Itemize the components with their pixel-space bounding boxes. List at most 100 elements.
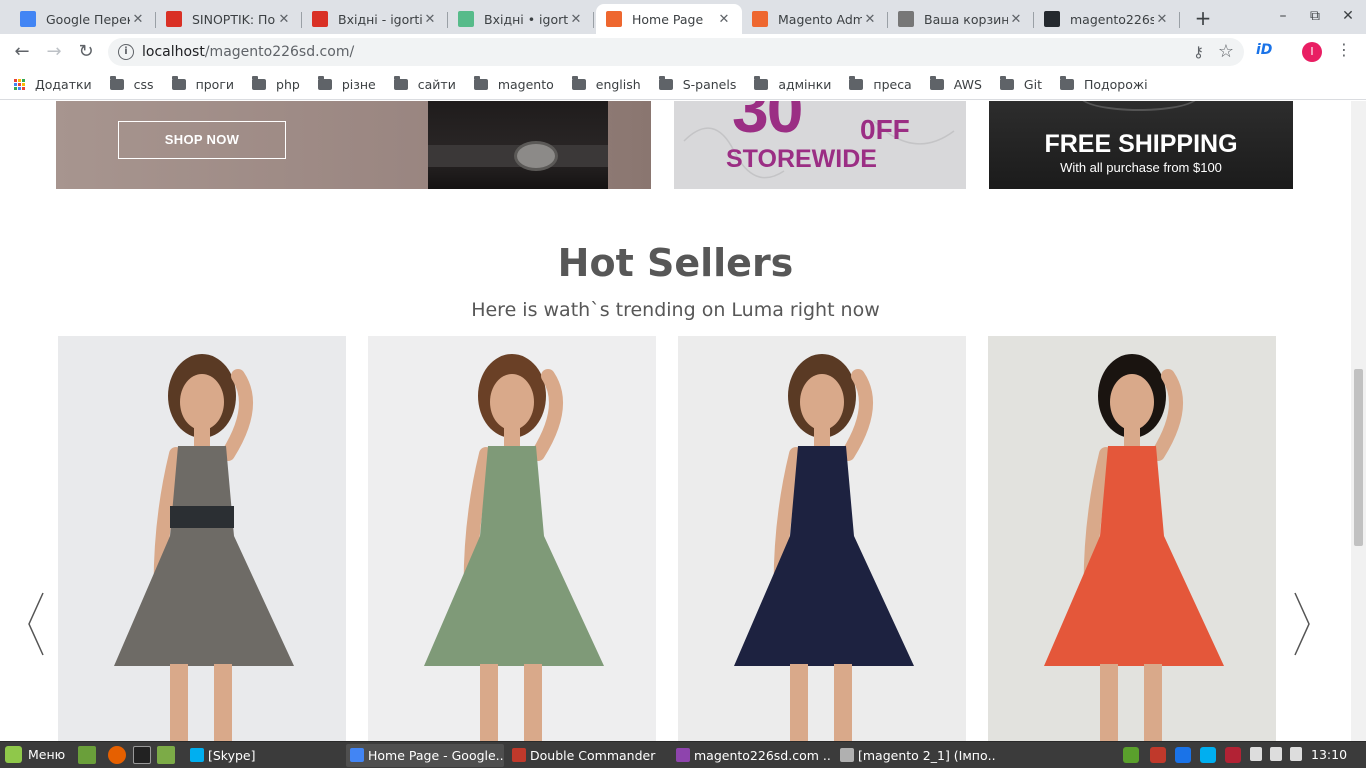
promo-banner-shipping[interactable]: FREE SHIPPING With all purchase from $10… xyxy=(989,101,1293,189)
reload-icon[interactable]: ↻ xyxy=(75,41,97,63)
tab-title: Google Перекл xyxy=(46,11,130,27)
sale-percent-text: 30 xyxy=(732,101,803,146)
close-window-button[interactable]: ✕ xyxy=(1338,8,1358,24)
new-tab-button[interactable]: + xyxy=(1192,6,1214,30)
bookmark-folder[interactable]: Подорожі xyxy=(1059,76,1148,92)
gmail-icon xyxy=(312,11,328,27)
tab-close-icon[interactable]: ✕ xyxy=(130,12,146,27)
browser-toolbar: ← → ↻ i localhost/magento226sd.com/ ⚷ ☆ xyxy=(0,34,1366,70)
bookmark-folder[interactable]: english xyxy=(571,76,641,92)
hot-sellers-title: Hot Sellers xyxy=(557,241,794,285)
folder-icon xyxy=(171,76,186,90)
folder-icon xyxy=(929,76,944,90)
tab-close-icon[interactable]: ✕ xyxy=(1008,12,1024,27)
product-image-red-dress[interactable] xyxy=(988,336,1276,741)
google-translate-icon xyxy=(20,11,36,27)
taskbar-task[interactable]: [magento 2_1] (Імпо... xyxy=(836,744,996,767)
browser-tab[interactable]: magento226sd✕ xyxy=(1034,4,1180,34)
folder-icon xyxy=(393,76,408,90)
mint-menu-icon[interactable] xyxy=(5,746,22,763)
tab-title: Magento Admi xyxy=(778,11,862,27)
browser-menu-icon[interactable]: ⋮ xyxy=(1336,40,1352,59)
browser-tab[interactable]: Google Перекл✕ xyxy=(10,4,156,34)
bluetooth-icon[interactable] xyxy=(1175,747,1191,763)
browser-tab[interactable]: Вхідні • igortis✕ xyxy=(448,4,594,34)
browser-tab[interactable]: Вхідні - igortis ✕ xyxy=(302,4,448,34)
scrollbar-thumb[interactable] xyxy=(1354,369,1363,546)
shield-icon[interactable] xyxy=(1123,747,1139,763)
magento-icon xyxy=(606,11,622,27)
product-image-grey-dress[interactable] xyxy=(58,336,346,741)
firefox-icon[interactable] xyxy=(108,746,126,764)
back-arrow-icon[interactable]: ← xyxy=(11,41,33,63)
minimize-window-button[interactable]: – xyxy=(1273,8,1293,24)
product-image-floral-dress[interactable] xyxy=(368,336,656,741)
sale-storewide-text: STOREWIDE xyxy=(726,145,877,173)
bookmark-folder[interactable]: AWS xyxy=(929,76,982,92)
carousel-prev-arrow-icon[interactable] xyxy=(26,591,46,657)
maximize-window-button[interactable]: ⧉ xyxy=(1305,8,1325,24)
show-desktop-icon[interactable] xyxy=(78,746,96,764)
profile-avatar[interactable]: I xyxy=(1302,42,1322,62)
bookmark-star-icon[interactable]: ☆ xyxy=(1218,41,1234,62)
url-text[interactable]: localhost/magento226sd.com/ xyxy=(142,44,354,60)
magento-icon xyxy=(752,11,768,27)
browser-tab[interactable]: Magento Admi ✕ xyxy=(742,4,888,34)
taskbar-task[interactable]: magento226sd.com ... xyxy=(672,744,832,767)
site-info-icon[interactable]: i xyxy=(118,44,134,60)
tab-close-icon[interactable]: ✕ xyxy=(422,12,438,27)
tab-close-icon[interactable]: ✕ xyxy=(1154,12,1170,27)
taskbar-task[interactable]: [Skype] xyxy=(186,744,336,767)
page-scrollbar[interactable] xyxy=(1351,101,1366,741)
start-menu-label[interactable]: Меню xyxy=(28,747,65,762)
bookmark-folder[interactable]: php xyxy=(252,76,300,92)
skype-tray-icon[interactable] xyxy=(1200,747,1216,763)
terminal-icon[interactable] xyxy=(133,746,151,764)
bookmark-folder[interactable]: преса xyxy=(849,76,912,92)
cart-logo-icon xyxy=(898,11,914,27)
task-label: [magento 2_1] (Імпо... xyxy=(858,748,996,763)
hot-sellers-subtitle: Here is wath`s trending on Luma right no… xyxy=(471,299,880,321)
forward-arrow-icon[interactable]: → xyxy=(43,41,65,63)
bookmark-folder[interactable]: Git xyxy=(999,76,1042,92)
task-label: Double Commander xyxy=(530,748,656,763)
browser-tab[interactable]: Ваша корзина ✕ xyxy=(888,4,1034,34)
tab-close-icon[interactable]: ✕ xyxy=(276,12,292,27)
clock[interactable]: 13:10 xyxy=(1311,747,1347,762)
mail-envelope-icon xyxy=(458,11,474,27)
address-bar[interactable]: i localhost/magento226sd.com/ ⚷ ☆ xyxy=(108,38,1244,66)
browser-tab[interactable]: SINOPTIK: Пог ✕ xyxy=(156,4,302,34)
folder-icon xyxy=(473,76,488,90)
package-icon[interactable] xyxy=(1150,747,1166,763)
key-icon[interactable]: ⚷ xyxy=(1193,43,1204,61)
browser-tab[interactable]: Home Page ✕ xyxy=(596,4,742,34)
bookmark-folder[interactable]: magento xyxy=(473,76,554,92)
extension-id-icon[interactable]: iD xyxy=(1256,42,1272,58)
bookmark-folder[interactable]: адмінки xyxy=(754,76,831,92)
folder-icon xyxy=(754,76,769,90)
product-image-navy-dress[interactable] xyxy=(678,336,966,741)
shop-now-button[interactable]: SHOP NOW xyxy=(118,121,286,159)
taskbar-task[interactable]: Double Commander xyxy=(508,744,668,767)
tab-close-icon[interactable]: ✕ xyxy=(716,12,732,27)
promo-banner-sale[interactable]: 30 0FF STOREWIDE xyxy=(674,101,966,189)
bookmark-folder-label: проги xyxy=(195,77,235,92)
tab-close-icon[interactable]: ✕ xyxy=(862,12,878,27)
files-icon[interactable] xyxy=(157,746,175,764)
bookmark-apps[interactable]: Додатки xyxy=(14,77,92,92)
bookmark-folder[interactable]: S-panels xyxy=(658,76,736,92)
user-icon[interactable] xyxy=(1250,747,1262,761)
keyboard-layout-flag-icon[interactable] xyxy=(1225,747,1241,763)
carousel-next-arrow-icon[interactable] xyxy=(1292,591,1312,657)
network-icon[interactable] xyxy=(1270,747,1282,761)
taskbar-task[interactable]: Home Page - Google... xyxy=(346,744,504,767)
bookmark-folder[interactable]: сайти xyxy=(393,76,456,92)
tab-title: Ваша корзина xyxy=(924,11,1008,27)
bookmark-folder[interactable]: css xyxy=(109,76,154,92)
bookmark-folder[interactable]: різне xyxy=(317,76,376,92)
bookmarks-bar: Додатки css проги php різне сайти magento engl… xyxy=(0,70,1366,100)
tab-close-icon[interactable]: ✕ xyxy=(568,12,584,27)
bookmark-folder[interactable]: проги xyxy=(171,76,235,92)
battery-icon[interactable] xyxy=(1290,747,1302,761)
promo-banner-shop[interactable]: SHOP NOW xyxy=(56,101,651,189)
